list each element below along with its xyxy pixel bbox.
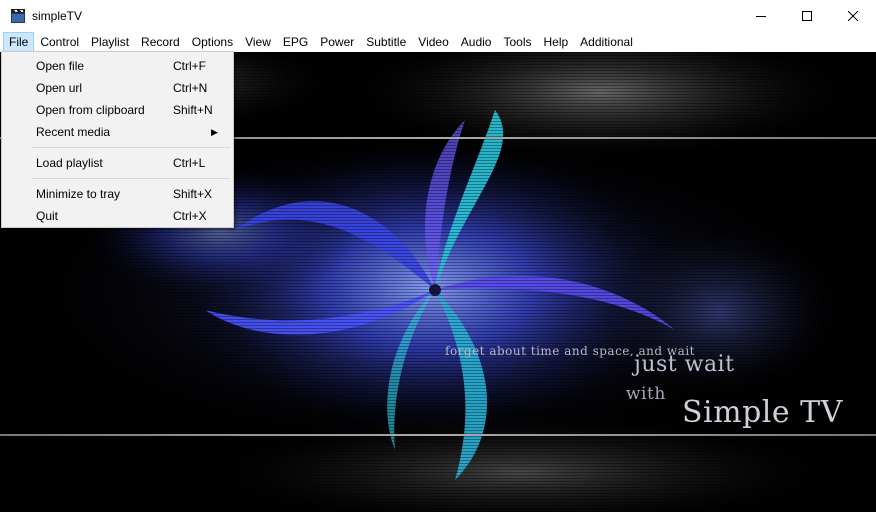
menu-item-load-playlist[interactable]: Load playlist Ctrl+L [2,152,233,174]
menu-video[interactable]: Video [412,32,454,52]
menu-item-shortcut: Shift+N [173,103,213,117]
menu-item-recent-media[interactable]: Recent media ▶ [2,121,233,143]
minimize-button[interactable] [738,0,784,31]
menu-item-label: Open url [36,81,83,95]
menu-separator [2,174,233,183]
menu-item-shortcut: Shift+X [173,187,213,201]
menu-epg[interactable]: EPG [277,32,314,52]
menu-item-label: Open file [36,59,85,73]
menu-item-shortcut: Ctrl+N [173,81,208,95]
menu-item-shortcut: Ctrl+X [173,209,207,223]
menu-power[interactable]: Power [314,32,360,52]
menu-item-open-url[interactable]: Open url Ctrl+N [2,77,233,99]
clapperboard-icon [10,8,26,24]
with-text: with [626,384,666,404]
menu-separator [2,143,233,152]
menu-item-label: Load playlist [36,156,103,170]
window-controls [738,0,876,31]
menu-audio[interactable]: Audio [455,32,498,52]
menu-options[interactable]: Options [186,32,239,52]
brand-text: Simple TV [682,395,843,430]
menu-subtitle[interactable]: Subtitle [360,32,412,52]
menu-view[interactable]: View [239,32,277,52]
file-menu-dropdown: Open file Ctrl+F Open url Ctrl+N Open from c… [1,51,234,228]
menu-item-quit[interactable]: Quit Ctrl+X [2,205,233,227]
menu-tools[interactable]: Tools [497,32,537,52]
close-button[interactable] [830,0,876,31]
title-bar: simpleTV [0,0,876,31]
menu-item-open-from-clipboard[interactable]: Open from clipboard Shift+N [2,99,233,121]
submenu-arrow-icon: ▶ [211,127,218,137]
menu-additional[interactable]: Additional [574,32,639,52]
maximize-icon [802,10,812,21]
menu-item-label: Recent media [36,125,111,139]
menu-bar: File Control Playlist Record Options View EPG P… [0,31,876,52]
menu-item-shortcut: Ctrl+L [173,156,206,170]
maximize-button[interactable] [784,0,830,31]
window-title: simpleTV [32,8,83,23]
menu-item-label: Open from clipboard [36,103,145,117]
menu-playlist[interactable]: Playlist [85,32,135,52]
menu-item-shortcut: Ctrl+F [173,59,206,73]
menu-item-minimize-to-tray[interactable]: Minimize to tray Shift+X [2,183,233,205]
menu-record[interactable]: Record [135,32,186,52]
menu-item-label: Quit [36,209,59,223]
menu-help[interactable]: Help [537,32,574,52]
bottom-divider-line [0,434,876,436]
close-icon [848,10,858,21]
just-wait-text: just wait [634,352,735,377]
minimize-icon [756,15,766,17]
menu-file[interactable]: File [3,31,35,52]
menu-control[interactable]: Control [34,32,85,52]
menu-item-label: Minimize to tray [36,187,121,201]
menu-item-open-file[interactable]: Open file Ctrl+F [2,55,233,77]
